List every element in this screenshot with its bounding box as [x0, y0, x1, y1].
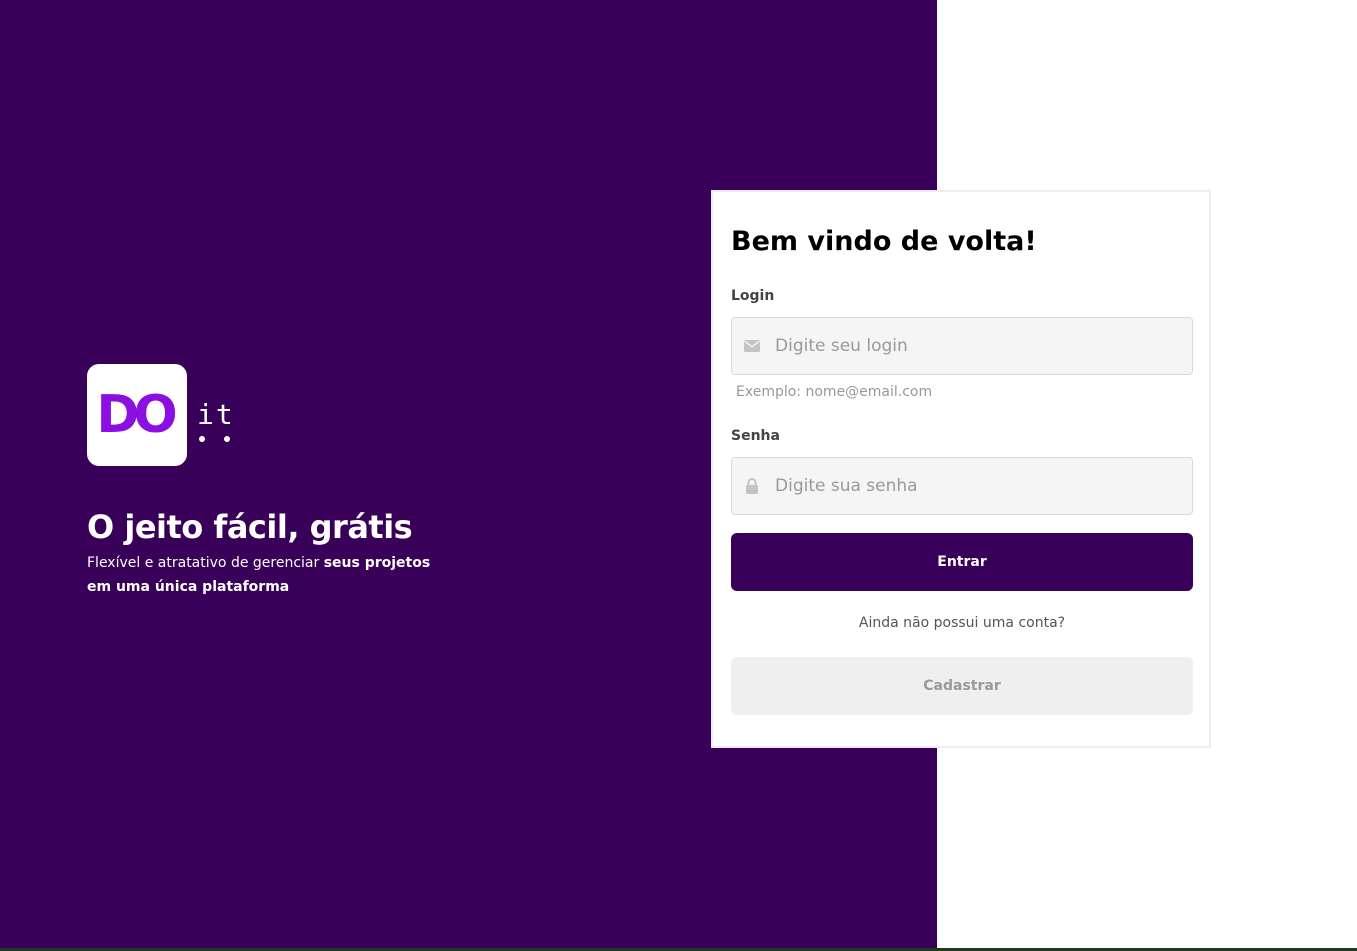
password-field[interactable] [731, 457, 1193, 515]
logo-dot [199, 436, 205, 442]
logo-suffix-text: it [197, 398, 235, 431]
password-label: Senha [731, 428, 780, 444]
login-input[interactable] [773, 335, 1177, 357]
hero-subtitle-plain: Flexível e atratativo de gerenciar [87, 555, 324, 571]
lock-icon [743, 477, 761, 495]
login-page: DO it O jeito fácil, grátis Flexível e a… [0, 0, 1357, 951]
login-card: Bem vindo de volta! Login Exemplo: nome@… [711, 190, 1211, 748]
logo-main-text: DO [96, 385, 177, 445]
signup-question: Ainda não possui uma conta? [858, 615, 1066, 631]
login-card-title: Bem vindo de volta! [731, 226, 1037, 257]
login-field[interactable] [731, 317, 1193, 375]
login-label: Login [731, 288, 775, 304]
login-helper-text: Exemplo: nome@email.com [736, 384, 933, 400]
hero-subtitle: Flexível e atratativo de gerenciar seus … [87, 551, 447, 599]
envelope-icon [743, 337, 761, 355]
logo-suffix: it [197, 364, 237, 466]
logo-dot [224, 436, 230, 442]
logo-box: DO [87, 364, 187, 466]
hero-title: O jeito fácil, grátis [87, 508, 413, 546]
logo: DO it [87, 364, 237, 466]
signup-button[interactable]: Cadastrar [731, 657, 1193, 715]
login-button[interactable]: Entrar [731, 533, 1193, 591]
password-input[interactable] [773, 475, 1177, 497]
